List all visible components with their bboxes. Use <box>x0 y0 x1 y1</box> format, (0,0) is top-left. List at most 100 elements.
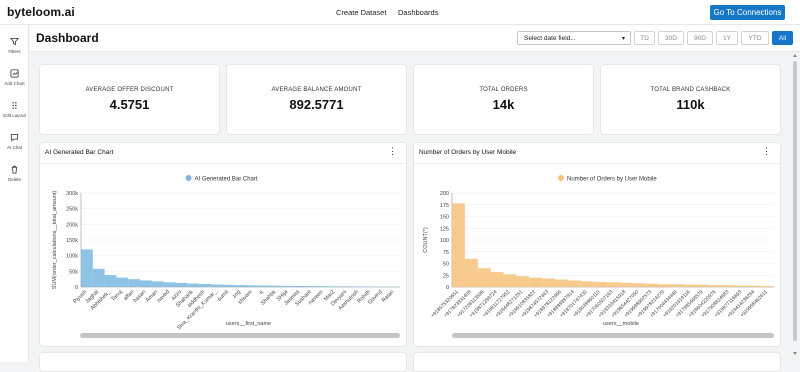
legend-label: Number of Orders by User Mobile <box>567 177 657 183</box>
sidebar-item-delete[interactable]: Delete <box>0 165 29 182</box>
bar <box>199 284 211 287</box>
card-divider <box>414 163 780 164</box>
y-tick-label: 50 <box>443 262 449 268</box>
sidebar-item-ai-chat[interactable]: AI Chat <box>0 133 29 150</box>
x-tick-label: sumit <box>217 289 231 303</box>
bar <box>542 279 555 287</box>
bar <box>619 283 632 287</box>
more-options-icon[interactable]: ⋮ <box>762 147 771 155</box>
range-30d-button[interactable]: 30D <box>658 31 684 45</box>
y-tick-label: 175 <box>440 203 449 209</box>
range-all-button[interactable]: All <box>772 31 793 45</box>
bar <box>581 281 594 287</box>
bar <box>735 286 748 287</box>
kpi-label: AVERAGE OFFER DISCOUNT <box>40 87 219 93</box>
kpi-card-average-balance-amount[interactable]: AVERAGE BALANCE AMOUNT 892.5771 <box>226 64 407 135</box>
bar <box>710 285 723 287</box>
bar <box>317 286 329 287</box>
x-tick-label: naved <box>156 289 171 304</box>
bar <box>187 284 199 287</box>
y-axis-title: SUM(order_calculations__total_amount) <box>52 191 58 290</box>
bar <box>478 268 491 287</box>
y-tick-label: 125 <box>440 226 449 232</box>
bar <box>235 285 247 287</box>
brand-logo[interactable]: byteloom.ai <box>7 5 75 19</box>
bar <box>645 284 658 287</box>
x-tick-label: Tanuj <box>110 289 124 303</box>
sidebar-item-label: Filters <box>0 49 29 54</box>
legend-label: AI Generated Bar Chart <box>195 177 258 183</box>
y-tick-label: 200k <box>66 222 78 228</box>
kpi-label: AVERAGE BALANCE AMOUNT <box>227 87 406 93</box>
bar <box>140 280 152 287</box>
sidebar: Filters Add Chart Edit Layout AI Chat De… <box>0 25 29 362</box>
date-field-select[interactable]: Select date field... ▾ <box>517 31 631 45</box>
bar-chart: Number of Orders by User Mobile025507510… <box>414 165 782 348</box>
sidebar-item-label: Delete <box>0 177 29 182</box>
chart-card-partial[interactable] <box>413 352 781 372</box>
kpi-value: 4.5751 <box>40 97 219 112</box>
nav-create-dataset[interactable]: Create Dataset <box>336 8 386 17</box>
x-tick-label: Ratan <box>381 289 396 304</box>
go-to-connections-button[interactable]: Go To Connections <box>710 5 785 20</box>
bar <box>258 285 270 287</box>
bar <box>305 286 317 287</box>
bar <box>128 279 140 287</box>
range-1y-button[interactable]: 1Y <box>716 31 738 45</box>
dashboard-header: Dashboard Select date field... ▾ TD 30D … <box>30 25 800 52</box>
chart-card-title: AI Generated Bar Chart <box>45 149 113 156</box>
bar <box>270 286 282 287</box>
sidebar-item-edit-layout[interactable]: Edit Layout <box>0 101 29 118</box>
nav-dashboards[interactable]: Dashboards <box>398 8 438 17</box>
bar <box>632 283 645 287</box>
more-options-icon[interactable]: ⋮ <box>388 147 397 155</box>
y-tick-label: 300k <box>66 191 78 197</box>
bar <box>452 203 465 287</box>
chart-card-partial[interactable] <box>39 352 407 372</box>
kpi-card-total-orders[interactable]: TOTAL ORDERS 14k <box>413 64 594 135</box>
x-tick-label: hasan <box>133 289 148 304</box>
bar <box>211 284 223 287</box>
y-tick-label: 100 <box>440 238 449 244</box>
filter-icon <box>10 37 19 46</box>
bar <box>722 285 735 287</box>
kpi-card-average-offer-discount[interactable]: AVERAGE OFFER DISCOUNT 4.5751 <box>39 64 220 135</box>
chart-card-orders-by-mobile[interactable]: Number of Orders by User Mobile ⋮ Number… <box>413 142 781 347</box>
bar <box>697 285 710 287</box>
bar <box>152 281 164 287</box>
y-tick-label: 100k <box>66 254 78 260</box>
range-ytd-button[interactable]: YTD <box>741 31 769 45</box>
bar <box>529 278 542 287</box>
card-divider <box>40 163 406 164</box>
bar <box>81 249 93 287</box>
sidebar-item-label: Add Chart <box>0 81 29 86</box>
range-90d-button[interactable]: 90D <box>687 31 713 45</box>
chart-card-ai-generated-bar[interactable]: AI Generated Bar Chart ⋮ AI Generated Ba… <box>39 142 407 347</box>
y-tick-label: 0 <box>75 285 78 291</box>
sidebar-item-filters[interactable]: Filters <box>0 37 29 54</box>
range-td-button[interactable]: TD <box>634 31 655 45</box>
bar <box>105 275 117 287</box>
sidebar-item-label: AI Chat <box>0 145 29 150</box>
kpi-value: 14k <box>414 97 593 112</box>
page-title: Dashboard <box>36 31 99 45</box>
x-axis-title: users__first_name <box>226 321 271 327</box>
sidebar-item-add-chart[interactable]: Add Chart <box>0 69 29 86</box>
bar <box>555 279 568 287</box>
kpi-card-total-brand-cashback[interactable]: TOTAL BRAND CASHBACK 110k <box>600 64 781 135</box>
page-scrollbar[interactable] <box>792 53 798 358</box>
kpi-label: TOTAL ORDERS <box>414 87 593 93</box>
bar <box>607 282 620 287</box>
y-axis-title: COUNT(*) <box>423 227 429 253</box>
bar <box>761 286 774 287</box>
chart-horizontal-scrollbar[interactable] <box>452 333 774 338</box>
bar <box>684 285 697 287</box>
chart-horizontal-scrollbar[interactable] <box>80 333 400 338</box>
bar <box>491 272 504 287</box>
bar <box>246 285 258 287</box>
bar <box>93 269 105 287</box>
date-field-select-value: Select date field... <box>524 35 576 42</box>
trash-icon <box>10 165 19 174</box>
bar <box>568 280 581 287</box>
bar <box>516 276 529 287</box>
